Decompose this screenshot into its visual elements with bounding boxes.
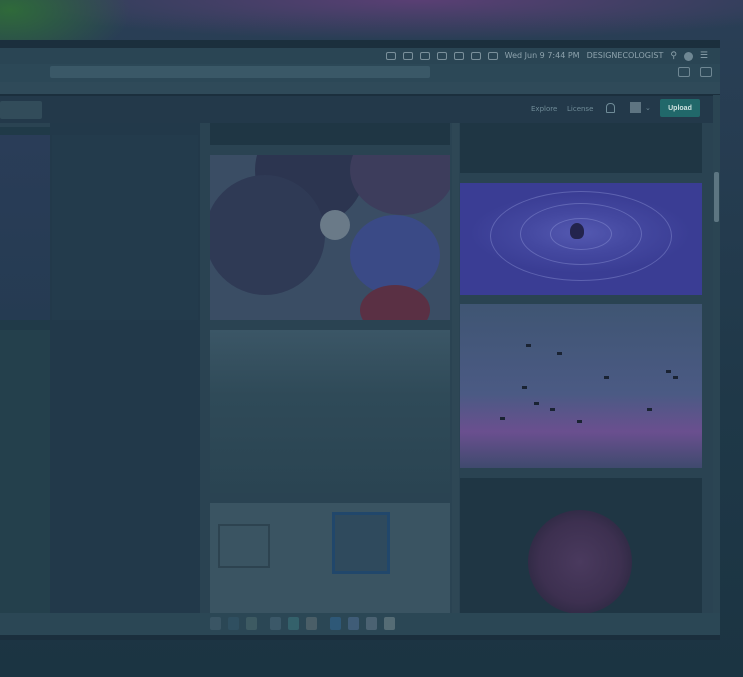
- scrollbar-thumb[interactable]: [714, 172, 719, 222]
- photo-balloons[interactable]: [210, 155, 450, 320]
- mail-icon[interactable]: [402, 52, 413, 60]
- photo-birds[interactable]: [460, 304, 702, 468]
- menu-bar-status-area: Wed Jun 9 7:44 PM DESIGNECOLOGIST ⚲ ☰: [385, 48, 708, 64]
- menu-bar-username[interactable]: DESIGNECOLOGIST: [587, 48, 664, 64]
- nav-link-explore[interactable]: Explore: [531, 103, 557, 115]
- bell-icon[interactable]: [606, 103, 615, 113]
- app-icon[interactable]: [384, 617, 395, 630]
- photo-water-drop[interactable]: [460, 183, 702, 295]
- upload-button[interactable]: Upload: [660, 99, 700, 117]
- photo-card[interactable]: [0, 135, 50, 320]
- photo-field[interactable]: [210, 330, 450, 493]
- app-icon[interactable]: [246, 617, 257, 630]
- photo-card[interactable]: [52, 135, 198, 320]
- app-icon[interactable]: [288, 617, 299, 630]
- spotlight-search-icon[interactable]: ⚲: [670, 48, 677, 64]
- cloud-icon[interactable]: [385, 52, 396, 60]
- siri-icon[interactable]: [683, 51, 693, 61]
- browser-address-bar[interactable]: [50, 66, 430, 78]
- app-icon[interactable]: [270, 617, 281, 630]
- photo-card[interactable]: [210, 123, 450, 145]
- nav-link-license[interactable]: License: [567, 103, 593, 115]
- app-icon[interactable]: [330, 617, 341, 630]
- app-icon[interactable]: [228, 617, 239, 630]
- search-input[interactable]: [0, 101, 42, 119]
- app-icon[interactable]: [348, 617, 359, 630]
- app-icon[interactable]: [306, 617, 317, 630]
- menu-bar-datetime[interactable]: Wed Jun 9 7:44 PM: [505, 48, 580, 64]
- photo-card[interactable]: [52, 330, 198, 613]
- photo-house-window: [218, 524, 270, 568]
- photo-house-window: [332, 512, 390, 574]
- tabs-overview-icon[interactable]: [700, 67, 712, 77]
- share-icon[interactable]: [678, 67, 690, 77]
- photo-card[interactable]: [460, 123, 702, 173]
- browser-tab-strip: [0, 82, 720, 94]
- bluetooth-icon[interactable]: [453, 52, 464, 60]
- column-divider: [452, 123, 459, 613]
- grid-icon[interactable]: [419, 52, 430, 60]
- avatar[interactable]: [630, 102, 641, 113]
- chevron-down-icon[interactable]: ⌄: [645, 104, 651, 112]
- volume-icon[interactable]: [487, 52, 498, 60]
- app-icon[interactable]: [210, 617, 221, 630]
- menu-bar: Wed Jun 9 7:44 PM DESIGNECOLOGIST ⚲ ☰: [0, 48, 720, 64]
- flower-image: [528, 510, 632, 614]
- battery-icon[interactable]: [436, 52, 447, 60]
- app-icon[interactable]: [366, 617, 377, 630]
- dock: [0, 613, 720, 635]
- wifi-icon[interactable]: [470, 52, 481, 60]
- notification-center-icon[interactable]: ☰: [700, 48, 708, 64]
- photo-card[interactable]: [0, 330, 50, 613]
